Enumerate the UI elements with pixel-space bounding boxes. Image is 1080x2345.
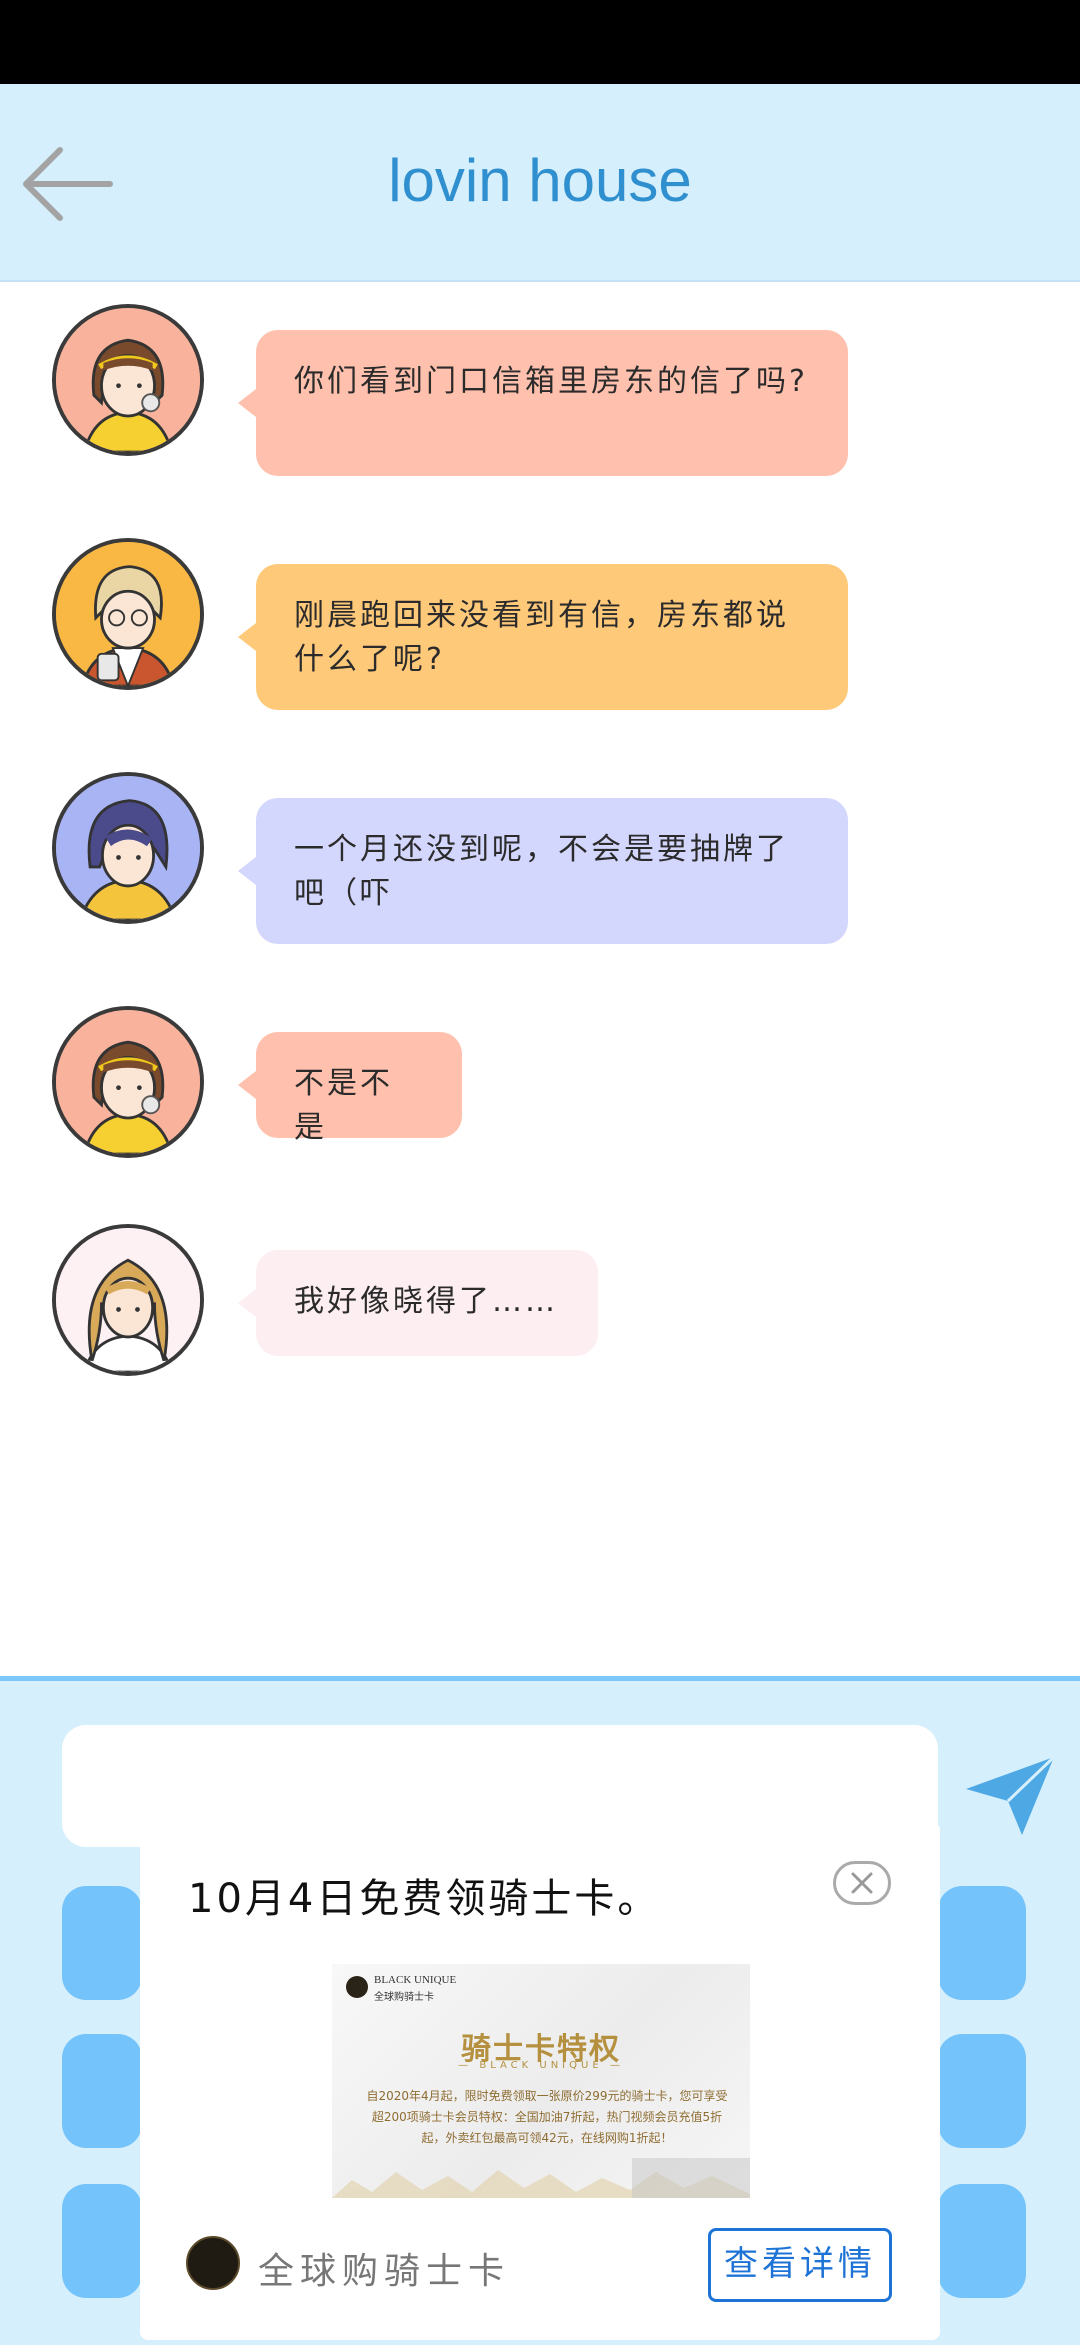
message-bubble: 一个月还没到呢，不会是要抽牌了吧（吓 (238, 798, 848, 944)
brand-logo-icon (346, 1976, 368, 1998)
message-bubble: 刚晨跑回来没看到有信，房东都说什么了呢? (238, 564, 848, 710)
message-bubble: 我好像晓得了…… (238, 1250, 598, 1356)
view-details-button[interactable]: 查看详情 (708, 2228, 892, 2302)
girl-headband-avatar[interactable] (52, 1006, 204, 1158)
ad-banner-image[interactable]: BLACK UNIQUE 全球购骑士卡 骑士卡特权 — BLACK UNIQUE… (332, 1964, 750, 2198)
message-text: 我好像晓得了…… (294, 1284, 558, 1319)
girl-wavy-hair-avatar[interactable] (52, 1224, 204, 1376)
ad-brand-cn: 全球购骑士卡 (374, 1992, 434, 2003)
ad-corner-overlay (632, 2158, 750, 2198)
send-icon (966, 1755, 1056, 1835)
ad-advertiser: 全球购骑士卡 (258, 2251, 511, 2292)
ad-copy: 自2020年4月起，限时免费领取一张原价299元的骑士卡，您可享受超200项骑士… (366, 2089, 728, 2145)
message-text: 不是不是 (294, 1066, 393, 1145)
quick-reply-button[interactable] (62, 2034, 142, 2148)
chat-title: lovin house (388, 147, 692, 214)
quick-reply-button[interactable] (62, 1886, 142, 2000)
send-button[interactable] (960, 1741, 1060, 1841)
message-text: 一个月还没到呢，不会是要抽牌了吧（吓 (294, 832, 789, 911)
ad-title: 10月4日免费领骑士卡。 (188, 1876, 661, 1922)
ad-brand-en: BLACK UNIQUE (374, 1974, 457, 1986)
quick-reply-button[interactable] (938, 2184, 1026, 2298)
quick-reply-button[interactable] (938, 1886, 1026, 2000)
boy-dark-hair-avatar[interactable] (52, 772, 204, 924)
close-icon (851, 1872, 873, 1894)
quick-reply-button[interactable] (938, 2034, 1026, 2148)
status-bar (0, 0, 1080, 84)
ad-close-button[interactable] (833, 1861, 891, 1905)
ad-popup[interactable]: 10月4日免费领骑士卡。 BLACK UNIQUE 全球购骑士卡 骑士卡特权 —… (140, 1822, 940, 2340)
knight-card-logo (186, 2236, 240, 2290)
girl-headband-avatar[interactable] (52, 304, 204, 456)
message-text: 你们看到门口信箱里房东的信了吗? (294, 364, 808, 399)
quick-reply-button[interactable] (62, 2184, 142, 2298)
message-bubble: 不是不是 (238, 1032, 462, 1145)
app-header: lovin house (0, 84, 1080, 282)
boy-glasses-avatar[interactable] (52, 538, 204, 690)
message-text: 刚晨跑回来没看到有信，房东都说什么了呢? (294, 598, 789, 677)
ad-subheadline: — BLACK UNIQUE — (458, 2060, 624, 2071)
message-bubble: 你们看到门口信箱里房东的信了吗? (238, 330, 848, 476)
